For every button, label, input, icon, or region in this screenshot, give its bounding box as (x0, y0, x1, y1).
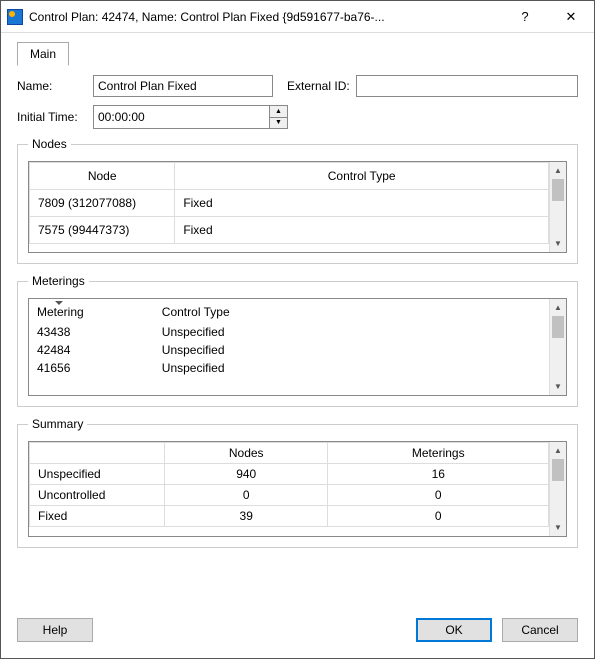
meterings-scrollbar[interactable]: ▲ ▼ (549, 299, 566, 395)
window-title: Control Plan: 42474, Name: Control Plan … (29, 10, 502, 24)
table-row[interactable]: 41656 Unspecified (29, 359, 549, 377)
summary-scrollbar[interactable]: ▲ ▼ (549, 442, 566, 536)
metering-id-cell: 43438 (29, 323, 154, 341)
meterings-col-type[interactable]: Control Type (154, 303, 549, 323)
name-label: Name: (17, 79, 87, 93)
nodes-table[interactable]: Node Control Type 7809 (312077088) Fixed… (29, 162, 549, 244)
name-input[interactable] (93, 75, 273, 97)
titlebar[interactable]: Control Plan: 42474, Name: Control Plan … (1, 1, 594, 33)
external-id-label: External ID: (287, 79, 350, 93)
time-spinner[interactable]: ▲ ▼ (269, 106, 287, 128)
table-header-row: Nodes Meterings (30, 443, 549, 464)
spinner-up-icon[interactable]: ▲ (270, 106, 287, 118)
initial-time-value[interactable] (94, 106, 269, 128)
metering-type-cell: Unspecified (154, 359, 549, 377)
summary-meterings-cell: 0 (328, 485, 549, 506)
scroll-down-icon[interactable]: ▼ (550, 235, 566, 252)
meterings-table[interactable]: Metering Control Type 43438 Unspecified … (29, 303, 549, 377)
summary-table[interactable]: Nodes Meterings Unspecified 940 16 Uncon… (29, 442, 549, 527)
scroll-thumb[interactable] (552, 459, 564, 481)
scroll-down-icon[interactable]: ▼ (550, 519, 566, 536)
help-button[interactable]: Help (17, 618, 93, 642)
table-row[interactable]: 7809 (312077088) Fixed (30, 190, 549, 217)
table-header-row: Node Control Type (30, 163, 549, 190)
scroll-thumb[interactable] (552, 316, 564, 338)
nodes-col-node[interactable]: Node (30, 163, 175, 190)
node-id-cell: 7809 (312077088) (30, 190, 175, 217)
footer: Help OK Cancel (1, 604, 594, 658)
summary-col-blank (30, 443, 165, 464)
scroll-up-icon[interactable]: ▲ (550, 162, 566, 179)
nodes-col-type[interactable]: Control Type (175, 163, 549, 190)
table-header-row: Metering Control Type (29, 303, 549, 323)
table-row[interactable]: 7575 (99447373) Fixed (30, 217, 549, 244)
summary-meterings-cell: 0 (328, 506, 549, 527)
summary-col-nodes[interactable]: Nodes (164, 443, 328, 464)
tab-bar: Main (17, 41, 578, 65)
summary-group: Summary Nodes Meterings Unspecified 940 … (17, 417, 578, 548)
table-row[interactable]: 42484 Unspecified (29, 341, 549, 359)
initial-time-input[interactable]: ▲ ▼ (93, 105, 288, 129)
table-row[interactable]: 43438 Unspecified (29, 323, 549, 341)
help-button[interactable]: ? (502, 1, 548, 33)
table-row[interactable]: Unspecified 940 16 (30, 464, 549, 485)
meterings-group: Meterings Metering Control Type 43438 Un… (17, 274, 578, 407)
cancel-button[interactable]: Cancel (502, 618, 578, 642)
scroll-thumb[interactable] (552, 179, 564, 201)
meterings-col-metering[interactable]: Metering (29, 303, 154, 323)
nodes-group: Nodes Node Control Type 7809 (312077088)… (17, 137, 578, 264)
summary-label-cell: Unspecified (30, 464, 165, 485)
tab-main[interactable]: Main (17, 42, 69, 66)
ok-button[interactable]: OK (416, 618, 492, 642)
external-id-input[interactable] (356, 75, 578, 97)
meterings-legend: Meterings (28, 274, 89, 288)
metering-id-cell: 42484 (29, 341, 154, 359)
summary-nodes-cell: 0 (164, 485, 328, 506)
metering-type-cell: Unspecified (154, 341, 549, 359)
close-button[interactable]: ✕ (548, 1, 594, 33)
node-type-cell: Fixed (175, 190, 549, 217)
nodes-legend: Nodes (28, 137, 71, 151)
scroll-up-icon[interactable]: ▲ (550, 442, 566, 459)
table-row[interactable]: Uncontrolled 0 0 (30, 485, 549, 506)
spinner-down-icon[interactable]: ▼ (270, 118, 287, 129)
node-id-cell: 7575 (99447373) (30, 217, 175, 244)
nodes-scrollbar[interactable]: ▲ ▼ (549, 162, 566, 252)
node-type-cell: Fixed (175, 217, 549, 244)
scroll-up-icon[interactable]: ▲ (550, 299, 566, 316)
summary-label-cell: Uncontrolled (30, 485, 165, 506)
app-icon (7, 9, 23, 25)
scroll-down-icon[interactable]: ▼ (550, 378, 566, 395)
summary-nodes-cell: 940 (164, 464, 328, 485)
summary-label-cell: Fixed (30, 506, 165, 527)
metering-id-cell: 41656 (29, 359, 154, 377)
summary-meterings-cell: 16 (328, 464, 549, 485)
initial-time-label: Initial Time: (17, 110, 87, 124)
summary-legend: Summary (28, 417, 87, 431)
summary-col-meterings[interactable]: Meterings (328, 443, 549, 464)
summary-nodes-cell: 39 (164, 506, 328, 527)
metering-type-cell: Unspecified (154, 323, 549, 341)
table-row[interactable]: Fixed 39 0 (30, 506, 549, 527)
